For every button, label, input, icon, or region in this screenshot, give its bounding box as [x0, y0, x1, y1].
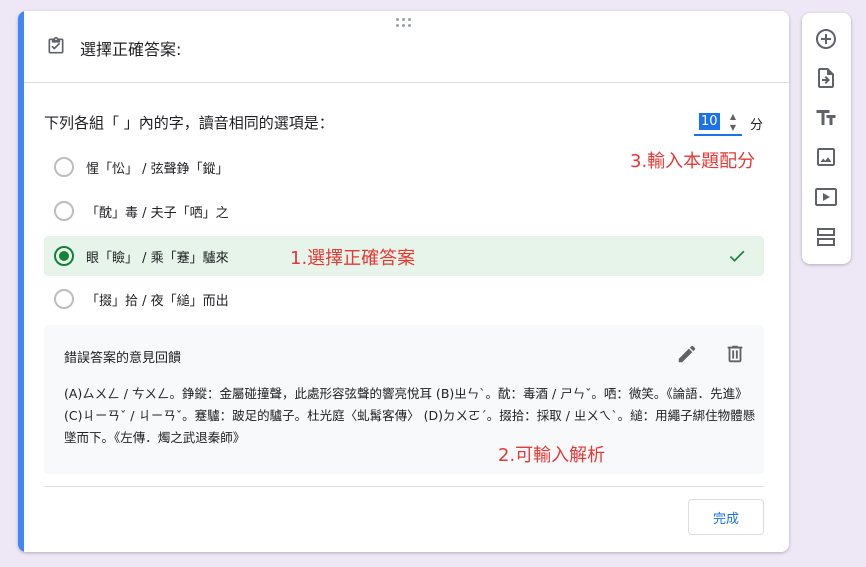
card-accent-bar	[18, 11, 24, 552]
answer-key-header: 選擇正確答案:	[24, 11, 789, 83]
answer-option[interactable]: 「掇」拾 / 夜「縋」而出	[44, 279, 764, 319]
image-icon[interactable]	[814, 145, 838, 169]
correct-check-icon	[726, 246, 748, 266]
answer-option[interactable]: 惺「忪」 / 弦聲錚「鏦」	[44, 147, 764, 187]
radio-button-selected[interactable]	[54, 246, 74, 266]
radio-button[interactable]	[54, 157, 74, 177]
feedback-box: 錯誤答案的意見回饋 (A)ㄙㄨㄥ / ㄘㄨㄥ。錚鏦：金屬碰撞聲，此處形容弦聲的響…	[44, 325, 764, 474]
import-icon[interactable]	[814, 66, 838, 90]
add-circle-icon[interactable]	[814, 27, 838, 51]
option-label: 眼「瞼」 / 乘「蹇」驢來	[86, 250, 229, 266]
answer-option[interactable]: 「酖」毒 / 夫子「哂」之	[44, 191, 764, 231]
option-label: 惺「忪」 / 弦聲錚「鏦」	[86, 161, 229, 177]
delete-trash-icon[interactable]	[724, 343, 746, 365]
points-field: 10 ▲▼ 分	[690, 109, 780, 145]
header-title: 選擇正確答案:	[80, 40, 182, 59]
points-stepper-icon[interactable]: ▲ ▼	[725, 111, 741, 135]
radio-button[interactable]	[54, 289, 74, 309]
annotation-step1: 1.選擇正確答案	[290, 248, 416, 269]
floating-toolbar	[802, 13, 851, 264]
edit-pencil-icon[interactable]	[676, 343, 698, 365]
option-label: 「酖」毒 / 夫子「哂」之	[86, 205, 229, 221]
points-value: 10	[699, 113, 720, 130]
annotation-step2: 2.可輸入解析	[498, 445, 606, 466]
question-text: 下列各組「 」內的字，讀音相同的選項是：	[44, 114, 334, 132]
section-icon[interactable]	[814, 225, 838, 249]
done-button[interactable]: 完成	[688, 499, 764, 535]
feedback-title: 錯誤答案的意見回饋	[64, 351, 182, 366]
option-label: 「掇」拾 / 夜「縋」而出	[86, 293, 229, 309]
divider	[44, 486, 764, 487]
assignment-check-icon	[46, 36, 66, 56]
feedback-body: (A)ㄙㄨㄥ / ㄘㄨㄥ。錚鏦：金屬碰撞聲，此處形容弦聲的響亮悅耳 (B)ㄓㄣˋ…	[64, 386, 756, 445]
video-icon[interactable]	[814, 185, 838, 209]
radio-button[interactable]	[54, 201, 74, 221]
title-text-icon[interactable]	[814, 106, 838, 130]
points-unit: 分	[750, 118, 764, 133]
question-card[interactable]: 選擇正確答案: 下列各組「 」內的字，讀音相同的選項是： 10 ▲▼ 分 3.輸…	[18, 11, 789, 552]
